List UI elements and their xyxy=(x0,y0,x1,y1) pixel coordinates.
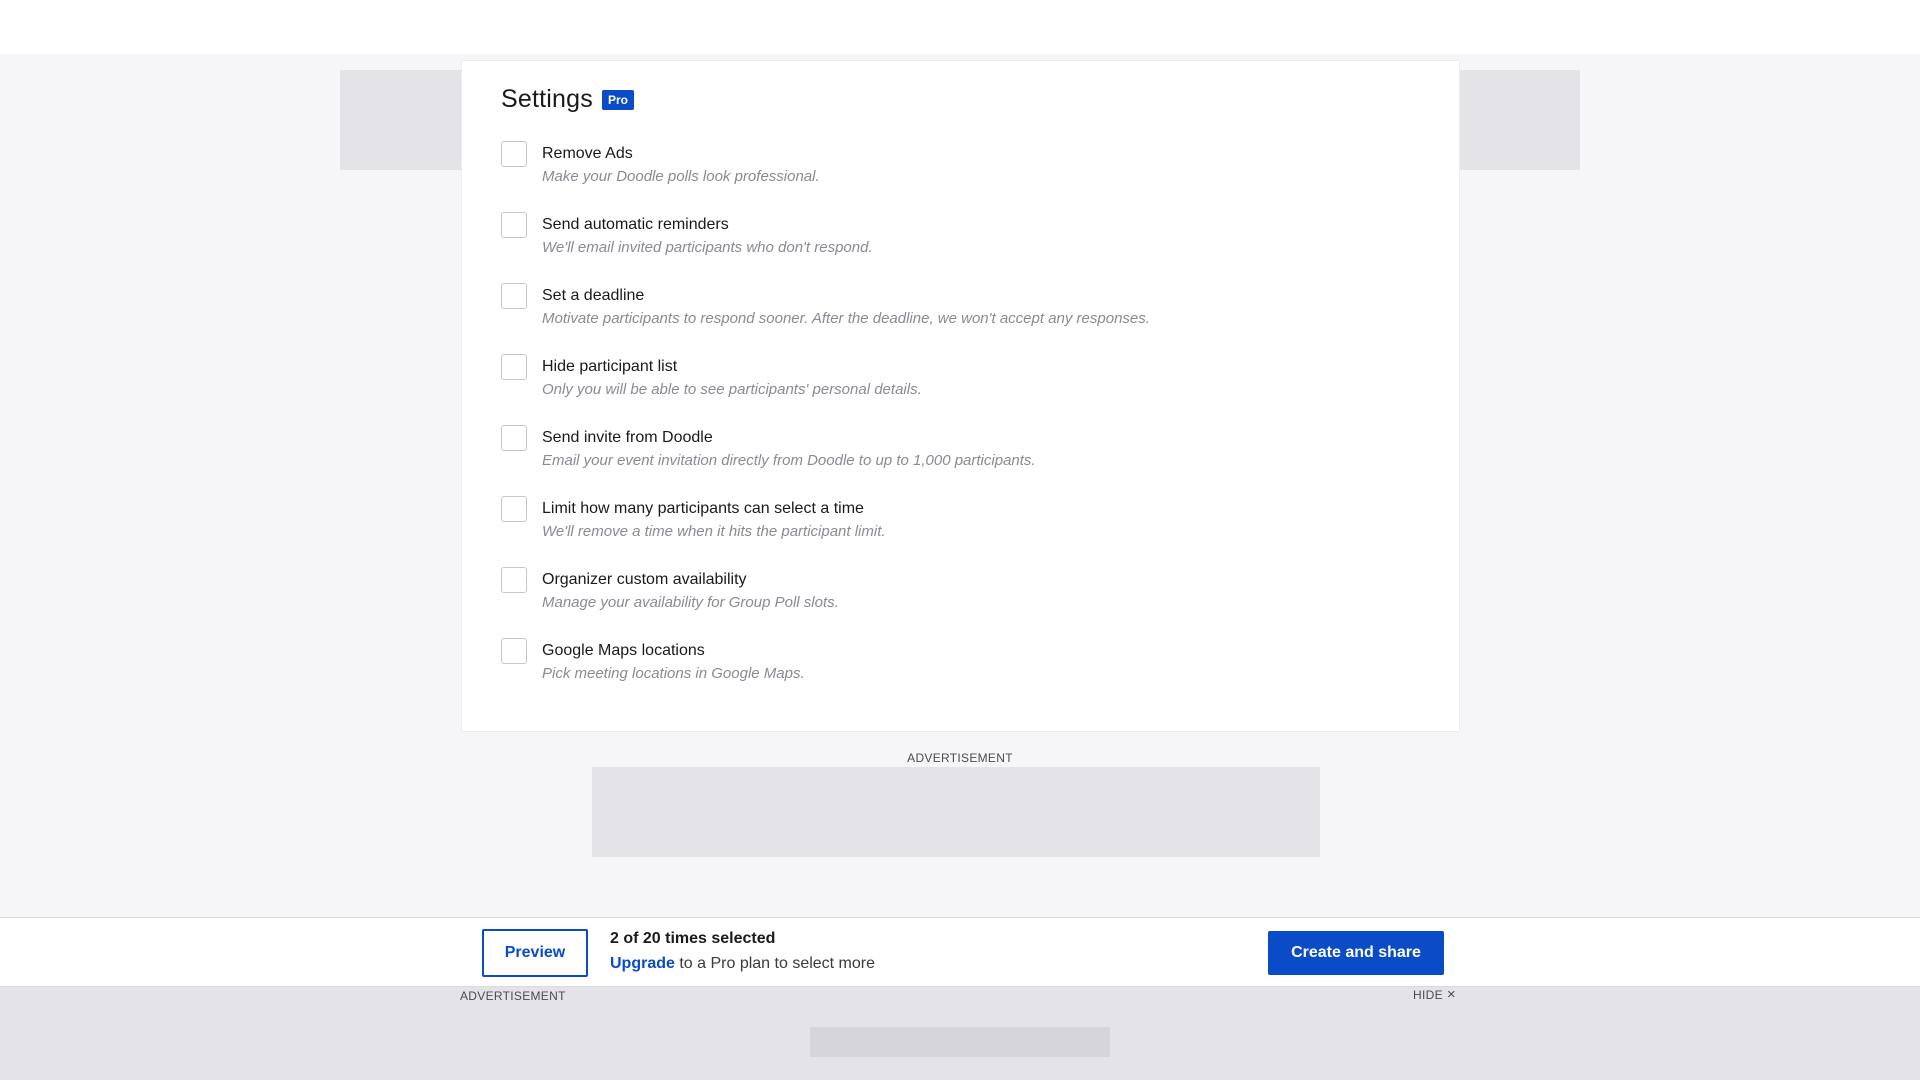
checkbox-limit-participants[interactable] xyxy=(501,496,527,522)
checkbox-automatic-reminders[interactable] xyxy=(501,212,527,238)
option-description: Make your Doodle polls look professional… xyxy=(542,168,820,185)
top-bar xyxy=(0,0,1920,54)
option-remove-ads: Remove Ads Make your Doodle polls look p… xyxy=(501,141,1401,201)
option-label: Send invite from Doodle xyxy=(542,429,713,446)
option-description: Only you will be able to see participant… xyxy=(542,381,922,398)
option-label: Set a deadline xyxy=(542,287,645,304)
advertisement-banner[interactable] xyxy=(592,767,1320,857)
checkbox-google-maps[interactable] xyxy=(501,638,527,664)
option-description: We'll remove a time when it hits the par… xyxy=(542,523,886,540)
advertisement-label: ADVERTISEMENT xyxy=(907,751,1013,765)
upgrade-text: to a Pro plan to select more xyxy=(674,955,876,972)
option-deadline: Set a deadline Motivate participants to … xyxy=(501,283,1401,343)
option-organizer-availability: Organizer custom availability Manage you… xyxy=(501,567,1401,627)
preview-button[interactable]: Preview xyxy=(482,929,588,977)
hide-label: HIDE xyxy=(1413,988,1443,1002)
option-description: Email your event invitation directly fro… xyxy=(542,452,1036,469)
option-label: Send automatic reminders xyxy=(542,216,729,233)
option-label: Remove Ads xyxy=(542,145,633,162)
option-description: Motivate participants to respond sooner.… xyxy=(542,310,1150,327)
option-label: Google Maps locations xyxy=(542,642,705,659)
side-ad-left xyxy=(340,70,462,170)
side-ad-right xyxy=(1458,70,1580,170)
option-description: Pick meeting locations in Google Maps. xyxy=(542,665,805,682)
settings-card: Settings Pro Remove Ads Make your Doodle… xyxy=(461,60,1460,732)
hide-ad-button[interactable]: HIDE × xyxy=(1413,986,1456,1003)
option-send-invite: Send invite from Doodle Email your event… xyxy=(501,425,1401,485)
settings-title: Settings xyxy=(501,85,593,113)
settings-header: Settings Pro xyxy=(501,85,634,114)
bottom-advertisement-banner[interactable] xyxy=(810,1027,1110,1057)
create-and-share-button[interactable]: Create and share xyxy=(1268,931,1444,975)
option-label: Limit how many participants can select a… xyxy=(542,500,864,517)
option-label: Hide participant list xyxy=(542,358,678,375)
option-description: We'll email invited participants who don… xyxy=(542,239,873,256)
bottom-advertisement-label: ADVERTISEMENT xyxy=(460,989,566,1003)
checkbox-deadline[interactable] xyxy=(501,283,527,309)
checkbox-hide-participant-list[interactable] xyxy=(501,354,527,380)
checkbox-remove-ads[interactable] xyxy=(501,141,527,167)
upgrade-message: Upgrade to a Pro plan to select more xyxy=(610,955,875,973)
option-hide-participant-list: Hide participant list Only you will be a… xyxy=(501,354,1401,414)
option-automatic-reminders: Send automatic reminders We'll email inv… xyxy=(501,212,1401,272)
option-limit-participants: Limit how many participants can select a… xyxy=(501,496,1401,556)
option-google-maps: Google Maps locations Pick meeting locat… xyxy=(501,638,1401,698)
option-label: Organizer custom availability xyxy=(542,571,747,588)
close-icon: × xyxy=(1446,986,1456,1003)
times-selected-count: 2 of 20 times selected xyxy=(610,930,776,947)
upgrade-link[interactable]: Upgrade xyxy=(610,955,675,972)
pro-badge: Pro xyxy=(601,89,634,110)
option-description: Manage your availability for Group Poll … xyxy=(542,594,839,611)
bottom-ad-area: ADVERTISEMENT HIDE × xyxy=(0,987,1920,1080)
checkbox-send-invite[interactable] xyxy=(501,425,527,451)
action-bar: Preview 2 of 20 times selected Upgrade t… xyxy=(0,917,1920,987)
checkbox-organizer-availability[interactable] xyxy=(501,567,527,593)
